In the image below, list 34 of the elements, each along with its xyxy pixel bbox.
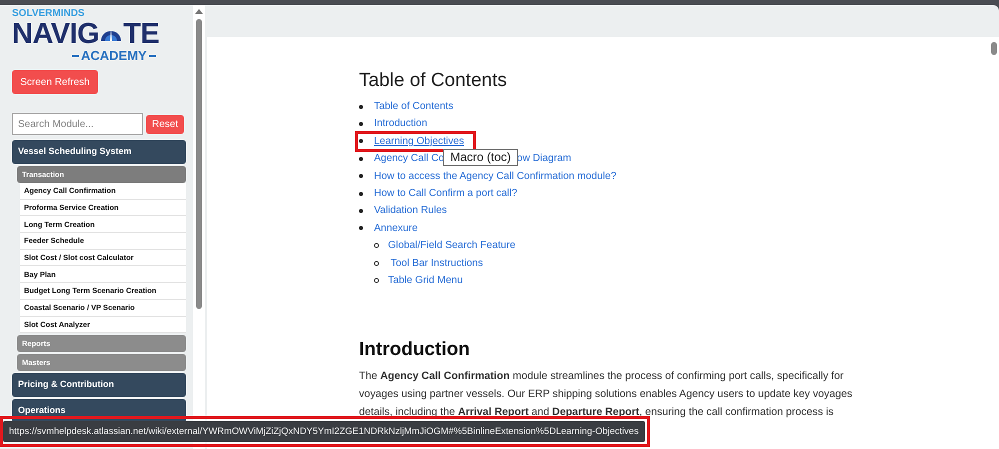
toc-link[interactable]: Global/Field Search Feature [388,238,516,254]
screen-refresh-button[interactable]: Screen Refresh [12,70,98,94]
toc-link[interactable]: Table of Contents [374,99,454,114]
toc-link[interactable]: Introduction [374,116,428,132]
bullet-icon [359,174,363,178]
logo: SOLVERMINDS NAVIG TE ACADEMY [12,7,160,65]
bullet-icon [359,104,363,109]
bullet-icon [359,122,363,126]
bullet-icon [359,226,363,230]
toc-link[interactable]: Annexure [374,220,418,236]
circle-bullet-icon [374,260,379,266]
scroll-up-icon [195,9,203,14]
bullet-icon [359,139,363,144]
toc-link[interactable]: Table Grid Menu [388,272,463,288]
toc-link[interactable]: Learning Objectives [374,134,464,150]
status-url: https://svmhelpdesk.atlassian.net/wiki/external/YWRmOWViMjZiZjQxNDY5YmI2ZGE1NDRkNzljMmJiOGM#%5BinlineExtension%5DLearning-Objectives [3,421,645,442]
module-header[interactable]: Pricing & Contribution [12,373,186,398]
toc-link[interactable]: Tool Bar Instructions [388,256,483,271]
road-arch-icon [101,31,122,41]
circle-bullet-icon [374,278,379,284]
module-header[interactable]: Vessel Scheduling System [12,140,186,164]
circle-bullet-icon [374,243,379,248]
section-heading: Introduction [359,339,471,362]
bullet-icon [359,156,363,161]
scrollbar-thumb [991,42,997,55]
tooltip: Macro (toc) [443,149,518,166]
bullet-icon [359,192,363,196]
toc-link[interactable]: Validation Rules [374,203,447,219]
toc-link[interactable]: How to access the Agency Call Confirmation module? [374,168,616,184]
reset-button[interactable]: Reset [146,114,184,134]
bullet-icon [359,209,363,214]
toc-heading: Table of Contents [359,70,508,92]
toc-link[interactable]: How to Call Confirm a port call? [374,186,518,202]
search-field[interactable]: Search Module... [12,113,143,135]
